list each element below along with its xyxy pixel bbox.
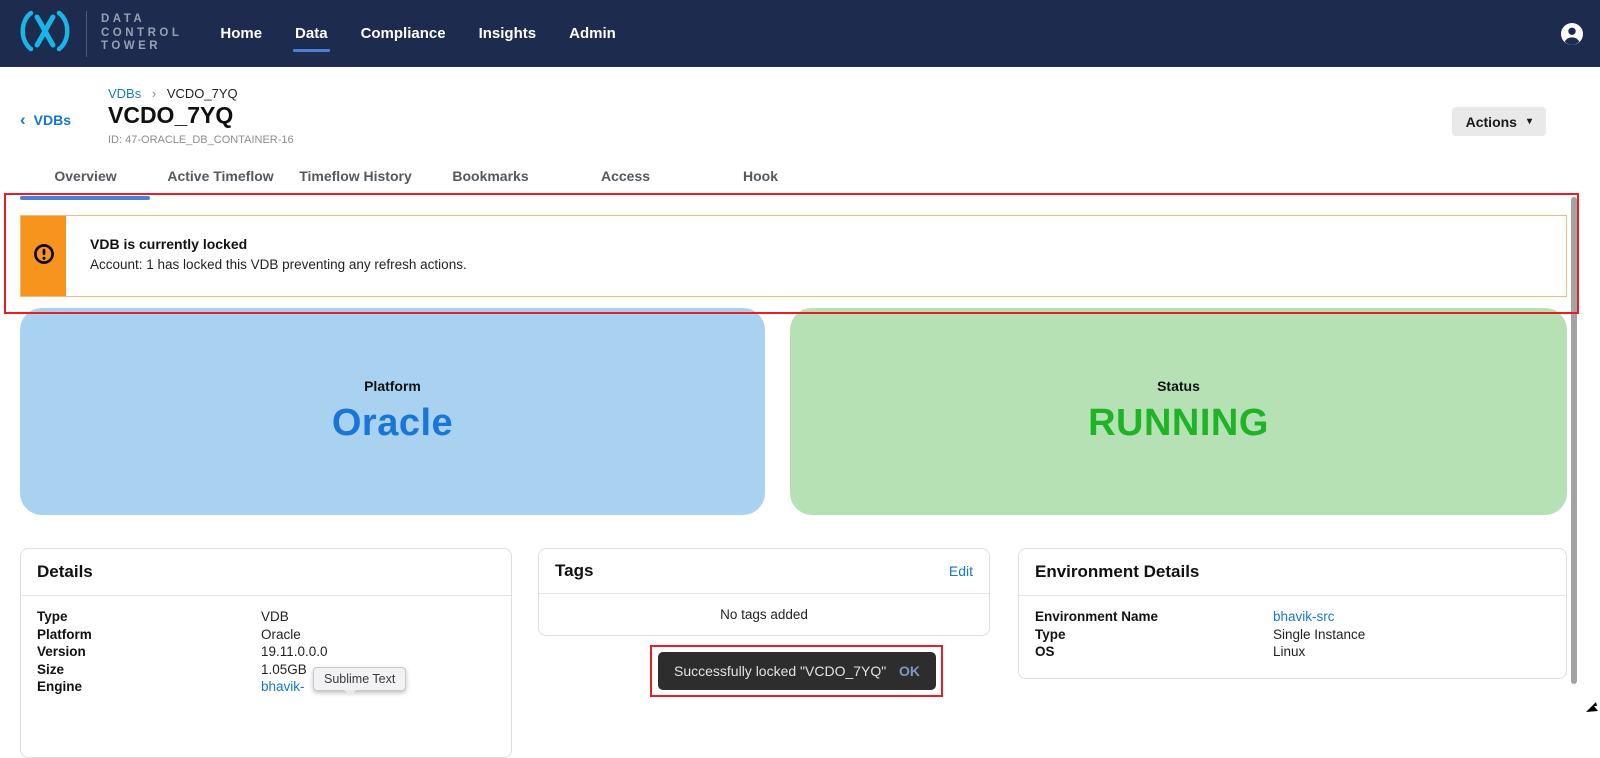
details-row-type: Type VDB	[37, 608, 495, 626]
brand-text: DATA CONTROL TOWER	[101, 13, 182, 54]
alert-badge	[21, 216, 66, 296]
brand-line-2: CONTROL	[101, 27, 182, 41]
detail-label: Type	[37, 608, 261, 626]
page-title: VCDO_7YQ	[108, 102, 233, 129]
detail-value: VDB	[261, 608, 289, 626]
tab-overview[interactable]: Overview	[18, 168, 153, 184]
page-id: ID: 47-ORACLE_DB_CONTAINER-16	[108, 134, 294, 146]
engine-link[interactable]: bhavik-	[261, 678, 305, 696]
main-nav: Home Data Compliance Insights Admin	[218, 21, 617, 46]
environment-card-title: Environment Details	[1035, 562, 1199, 582]
nav-item-data[interactable]: Data	[293, 21, 330, 46]
details-row-engine: Engine bhavik-	[37, 678, 495, 696]
environment-label: Environment Name	[1035, 608, 1273, 626]
environment-row-os: OS Linux	[1035, 643, 1550, 661]
tags-card-title: Tags	[555, 561, 593, 581]
details-row-platform: Platform Oracle	[37, 626, 495, 644]
environment-name-link[interactable]: bhavik-src	[1273, 608, 1335, 626]
details-row-size: Size 1.05GB	[37, 661, 495, 679]
account-icon[interactable]	[1560, 22, 1584, 46]
breadcrumb-separator-icon: ›	[152, 86, 156, 101]
alert-title: VDB is currently locked	[90, 236, 467, 252]
breadcrumb-current: VCDO_7YQ	[167, 86, 238, 101]
tab-access[interactable]: Access	[558, 168, 693, 184]
details-card: Details Type VDB Platform Oracle Version…	[20, 548, 512, 758]
lock-success-toast: Successfully locked "VCDO_7YQ" OK	[658, 652, 936, 690]
breadcrumb-vdbs-link[interactable]: VDBs	[108, 86, 141, 101]
logo-divider	[86, 11, 87, 57]
tab-hook[interactable]: Hook	[693, 168, 828, 184]
status-card-label: Status	[1157, 378, 1200, 394]
nav-item-admin[interactable]: Admin	[567, 21, 618, 46]
mouse-cursor-icon	[1585, 698, 1599, 718]
actions-button[interactable]: Actions ▾	[1452, 107, 1546, 136]
environment-value: Linux	[1273, 643, 1305, 661]
vdb-locked-alert: VDB is currently locked Account: 1 has l…	[20, 215, 1567, 297]
detail-value: 1.05GB	[261, 661, 307, 679]
active-tab-indicator	[20, 196, 150, 200]
status-summary-card: Status RUNNING	[790, 308, 1567, 515]
tags-card: Tags Edit No tags added	[538, 548, 990, 636]
detail-label: Platform	[37, 626, 261, 644]
platform-summary-card: Platform Oracle	[20, 308, 765, 515]
detail-value: 19.11.0.0.0	[261, 643, 328, 661]
platform-card-label: Platform	[364, 378, 421, 394]
environment-row-name: Environment Name bhavik-src	[1035, 608, 1550, 626]
actions-button-label: Actions	[1466, 114, 1517, 130]
environment-label: Type	[1035, 626, 1273, 644]
tooltip-text: Sublime Text	[324, 672, 395, 686]
status-card-value: RUNNING	[1088, 402, 1269, 445]
alert-exclamation-icon	[33, 243, 55, 270]
platform-card-value: Oracle	[332, 402, 453, 445]
back-to-vdbs-link[interactable]: ‹ VDBs	[20, 112, 71, 128]
detail-label: Engine	[37, 678, 261, 696]
brand-line-1: DATA	[101, 13, 182, 27]
back-link-label: VDBs	[34, 112, 71, 128]
environment-label: OS	[1035, 643, 1273, 661]
tab-bar: Overview Active Timeflow Timeflow Histor…	[18, 168, 828, 184]
back-chevron-icon: ‹	[20, 113, 26, 127]
top-navbar: DATA CONTROL TOWER Home Data Compliance …	[0, 0, 1600, 67]
tags-empty-text: No tags added	[539, 594, 989, 635]
alert-message: Account: 1 has locked this VDB preventin…	[90, 257, 467, 272]
nav-item-home[interactable]: Home	[218, 21, 264, 46]
environment-value: Single Instance	[1273, 626, 1365, 644]
os-tooltip: Sublime Text	[313, 667, 406, 691]
chevron-down-icon: ▾	[1527, 116, 1532, 127]
brand-line-3: TOWER	[101, 40, 182, 54]
dct-logo-icon[interactable]	[14, 8, 76, 59]
tab-bookmarks[interactable]: Bookmarks	[423, 168, 558, 184]
nav-item-insights[interactable]: Insights	[477, 21, 539, 46]
environment-details-card: Environment Details Environment Name bha…	[1018, 548, 1567, 679]
toast-ok-button[interactable]: OK	[899, 663, 920, 679]
breadcrumb: VDBs › VCDO_7YQ	[108, 86, 238, 101]
scrollbar-thumb[interactable]	[1571, 197, 1577, 684]
toast-message: Successfully locked "VCDO_7YQ"	[674, 663, 887, 679]
details-card-title: Details	[37, 562, 93, 582]
detail-label: Version	[37, 643, 261, 661]
tags-edit-link[interactable]: Edit	[949, 563, 973, 579]
tab-timeflow-history[interactable]: Timeflow History	[288, 168, 423, 184]
details-row-version: Version 19.11.0.0.0	[37, 643, 495, 661]
nav-item-compliance[interactable]: Compliance	[359, 21, 448, 46]
environment-row-type: Type Single Instance	[1035, 626, 1550, 644]
detail-value: Oracle	[261, 626, 301, 644]
detail-label: Size	[37, 661, 261, 679]
tab-active-timeflow[interactable]: Active Timeflow	[153, 168, 288, 184]
